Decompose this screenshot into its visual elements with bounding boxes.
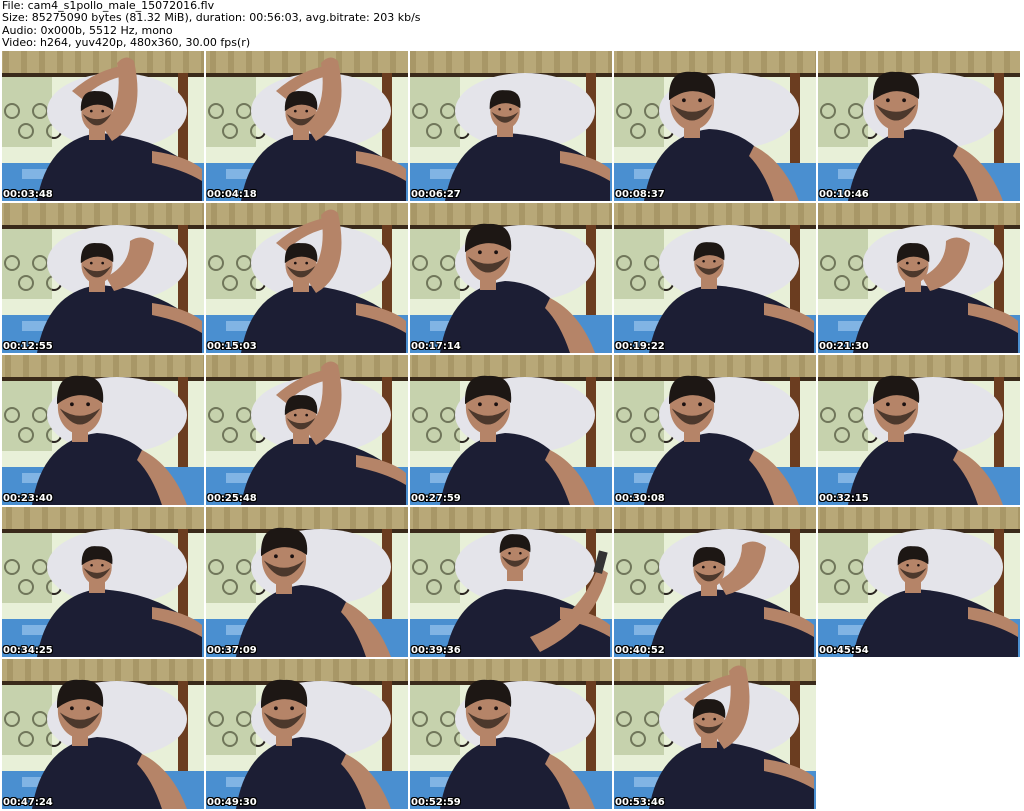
thumbnail-timestamp: 00:45:54 [819,645,869,656]
thumbnail-frame: 00:30:08 [614,355,816,505]
thumbnail-timestamp: 00:03:48 [3,189,53,200]
thumbnail-frame: 00:10:46 [818,51,1020,201]
thumbnail-timestamp: 00:06:27 [411,189,461,200]
thumbnail-image [2,507,204,657]
thumbnail-timestamp: 00:12:55 [3,341,53,352]
thumbnail-image [206,203,408,353]
thumbnail-image [614,51,816,201]
thumbnail-grid: 00:03:48 00:04:18 00:06:27 00:08:37 00:10:46… [2,51,1022,809]
thumbnail-image [614,355,816,505]
thumbnail-image [410,355,612,505]
thumbnail-timestamp: 00:34:25 [3,645,53,656]
thumbnail-frame: 00:21:30 [818,203,1020,353]
thumbnail-frame: 00:23:40 [2,355,204,505]
thumbnail-image [818,51,1020,201]
thumbnail-image [206,51,408,201]
thumbnail-timestamp: 00:10:46 [819,189,869,200]
thumbnail-timestamp: 00:53:46 [615,797,665,808]
thumbnail-frame: 00:53:46 [614,659,816,809]
thumbnail-timestamp: 00:37:09 [207,645,257,656]
thumbnail-frame: 00:40:52 [614,507,816,657]
thumbnail-frame: 00:06:27 [410,51,612,201]
thumbnail-frame: 00:08:37 [614,51,816,201]
thumbnail-image [818,355,1020,505]
thumbnail-frame: 00:19:22 [614,203,816,353]
thumbnail-timestamp: 00:23:40 [3,493,53,504]
thumbnail-image [2,51,204,201]
thumbnail-image [614,507,816,657]
thumbnail-frame: 00:37:09 [206,507,408,657]
thumbnail-timestamp: 00:52:59 [411,797,461,808]
thumbnail-frame: 00:04:18 [206,51,408,201]
thumbnail-image [410,203,612,353]
thumbnail-image [410,507,612,657]
thumbnail-timestamp: 00:25:48 [207,493,257,504]
thumbnail-timestamp: 00:40:52 [615,645,665,656]
thumbnail-image [818,507,1020,657]
thumbnail-timestamp: 00:15:03 [207,341,257,352]
thumbnail-timestamp: 00:08:37 [615,189,665,200]
thumbnail-timestamp: 00:32:15 [819,493,869,504]
file-size-line: Size: 85275090 bytes (81.32 MiB), durati… [2,11,421,25]
thumbnail-image [206,507,408,657]
thumbnail-timestamp: 00:49:30 [207,797,257,808]
thumbnail-frame: 00:27:59 [410,355,612,505]
thumbnail-timestamp: 00:04:18 [207,189,257,200]
thumbnail-image [2,659,204,809]
thumbnail-image [614,203,816,353]
thumbnail-frame: 00:03:48 [2,51,204,201]
thumbnail-frame: 00:47:24 [2,659,204,809]
thumbnail-image [818,203,1020,353]
thumbnail-timestamp: 00:17:14 [411,341,461,352]
thumbnail-frame: 00:39:36 [410,507,612,657]
thumbnail-image [2,203,204,353]
file-info-header: File: cam4_s1pollo_male_15072016.flv Siz… [2,0,1022,50]
thumbnail-image [2,355,204,505]
thumbnail-image [206,659,408,809]
thumbnail-timestamp: 00:30:08 [615,493,665,504]
thumbnail-frame: 00:52:59 [410,659,612,809]
thumbnail-timestamp: 00:47:24 [3,797,53,808]
thumbnail-frame: 00:12:55 [2,203,204,353]
thumbnail-frame: 00:45:54 [818,507,1020,657]
thumbnail-frame: 00:15:03 [206,203,408,353]
thumbnail-timestamp: 00:39:36 [411,645,461,656]
thumbnail-frame: 00:25:48 [206,355,408,505]
thumbnail-frame: 00:49:30 [206,659,408,809]
thumbnail-timestamp: 00:21:30 [819,341,869,352]
thumbnail-image [410,659,612,809]
thumbnail-frame: 00:17:14 [410,203,612,353]
thumbnail-image [410,51,612,201]
thumbnail-frame: 00:34:25 [2,507,204,657]
thumbnail-timestamp: 00:19:22 [615,341,665,352]
thumbnail-frame: 00:32:15 [818,355,1020,505]
video-info-line: Video: h264, yuv420p, 480x360, 30.00 fps… [2,35,251,49]
thumbnail-image [614,659,816,809]
thumbnail-image [206,355,408,505]
thumbnail-timestamp: 00:27:59 [411,493,461,504]
